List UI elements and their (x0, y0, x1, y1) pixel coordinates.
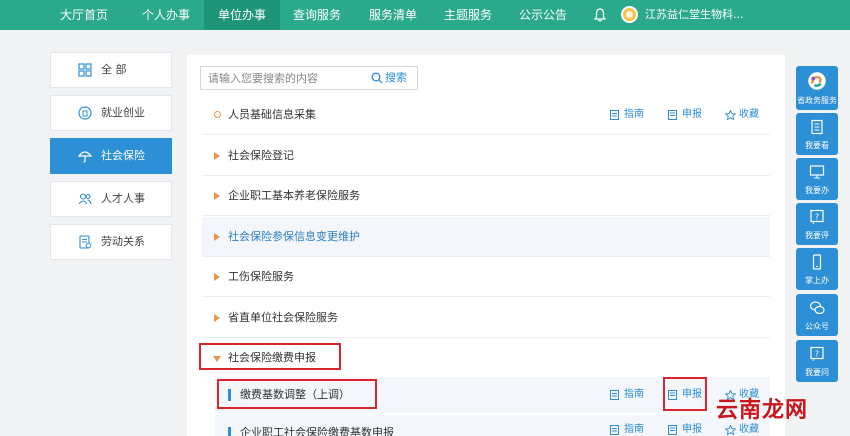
guide-icon (610, 110, 619, 120)
search-input[interactable] (208, 69, 363, 87)
apply-label: 申报 (682, 109, 702, 120)
guide-label: 指南 (624, 109, 644, 120)
people-icon (78, 193, 92, 205)
circle-marker-icon (214, 111, 221, 118)
favorite-label: 收藏 (739, 109, 759, 120)
service-title: 企业职工基本养老保险服务 (228, 189, 360, 202)
guide-label: 指南 (624, 424, 644, 435)
apply-icon (668, 110, 677, 120)
side-label: 公众号 (805, 322, 829, 331)
category-label: 全 部 (101, 63, 127, 76)
bell-icon[interactable] (594, 8, 606, 22)
highlight-box (199, 343, 341, 370)
category-employment[interactable]: 就业创业 (50, 95, 172, 131)
top-nav: 大厅首页 个人办事 单位办事 查询服务 服务清单 主题服务 公示公告 江苏益仁堂… (0, 0, 850, 30)
watermark: 云南龙网 (716, 398, 809, 423)
svg-text:?: ? (815, 350, 819, 359)
star-icon (725, 110, 736, 120)
side-review[interactable]: ? 我要评 (796, 203, 838, 245)
search-box: 搜索 (200, 66, 418, 90)
category-label: 人才人事 (101, 192, 145, 205)
category-all[interactable]: 全 部 (50, 52, 172, 88)
nav-notices[interactable]: 公示公告 (519, 0, 567, 30)
service-title: 人员基础信息采集 (228, 108, 316, 121)
side-mobile[interactable]: 掌上办 (796, 248, 838, 290)
phone-icon (812, 254, 822, 270)
grid-icon (78, 63, 92, 77)
bullet-bar (228, 427, 231, 436)
category-labor-relations[interactable]: 劳动关系 (50, 224, 172, 260)
side-label: 掌上办 (805, 276, 829, 285)
guide-label: 指南 (624, 389, 644, 400)
service-row[interactable]: 社会保险参保信息变更维护 (202, 217, 770, 257)
category-label: 劳动关系 (101, 235, 145, 248)
avatar[interactable] (621, 6, 638, 23)
search-button-label: 搜索 (385, 71, 407, 84)
service-title: 社会保险登记 (228, 149, 294, 162)
guide-icon (610, 390, 619, 400)
search-icon (371, 72, 383, 84)
wechat-icon (809, 301, 825, 315)
category-social-insurance[interactable]: 社会保险 (50, 138, 172, 174)
service-row[interactable]: 工伤保险服务 (202, 257, 770, 297)
service-row[interactable]: 省直单位社会保险服务 (202, 298, 770, 338)
side-label: 我要评 (805, 231, 829, 240)
svg-text:?: ? (815, 213, 819, 222)
nav-service-list[interactable]: 服务清单 (369, 0, 417, 30)
service-title: 省直单位社会保险服务 (228, 311, 338, 324)
question-icon: ? (810, 209, 824, 225)
umbrella-icon (78, 151, 92, 163)
side-ask[interactable]: ? 我要问 (796, 340, 838, 382)
apply-label: 申报 (682, 424, 702, 435)
document-icon (79, 235, 92, 249)
category-label: 就业创业 (101, 106, 145, 119)
category-label: 社会保险 (101, 149, 145, 162)
nav-query[interactable]: 查询服务 (293, 0, 341, 30)
highlight-box (217, 379, 377, 409)
side-label: 我要看 (805, 141, 829, 150)
triangle-right-icon (214, 233, 220, 241)
side-label: 我要办 (805, 186, 829, 195)
star-icon (725, 425, 736, 435)
provincial-logo-icon (808, 72, 826, 90)
service-title: 社会保险参保信息变更维护 (228, 230, 360, 243)
side-handle[interactable]: 我要办 (796, 158, 838, 200)
service-title: 工伤保险服务 (228, 270, 294, 283)
side-wechat[interactable]: 公众号 (796, 294, 838, 336)
monitor-icon (809, 165, 825, 179)
triangle-right-icon (214, 152, 220, 160)
nav-unit[interactable]: 单位办事 (204, 0, 281, 30)
side-view[interactable]: 我要看 (796, 113, 838, 155)
side-label: 省政务服务 (797, 96, 837, 105)
favorite-label: 收藏 (739, 424, 759, 435)
highlight-box (663, 377, 707, 411)
triangle-right-icon (214, 273, 220, 281)
service-row[interactable]: 社会保险登记 (202, 136, 770, 176)
briefcase-icon (78, 106, 92, 120)
side-label: 我要问 (805, 368, 829, 377)
apply-icon (668, 425, 677, 435)
nav-personal[interactable]: 个人办事 (142, 0, 190, 30)
sub-service-title: 企业职工社会保险缴费基数申报 (240, 426, 394, 436)
question-icon: ? (810, 346, 824, 362)
nav-hall-home[interactable]: 大厅首页 (60, 0, 108, 30)
user-name[interactable]: 江苏益仁堂生物科... (645, 0, 744, 30)
category-talent[interactable]: 人才人事 (50, 181, 172, 217)
nav-topics[interactable]: 主题服务 (444, 0, 492, 30)
guide-icon (610, 425, 619, 435)
service-row[interactable]: 企业职工基本养老保险服务 (202, 176, 770, 216)
triangle-right-icon (214, 314, 220, 322)
side-provincial-service[interactable]: 省政务服务 (796, 66, 838, 110)
triangle-right-icon (214, 192, 220, 200)
book-icon (811, 119, 823, 135)
